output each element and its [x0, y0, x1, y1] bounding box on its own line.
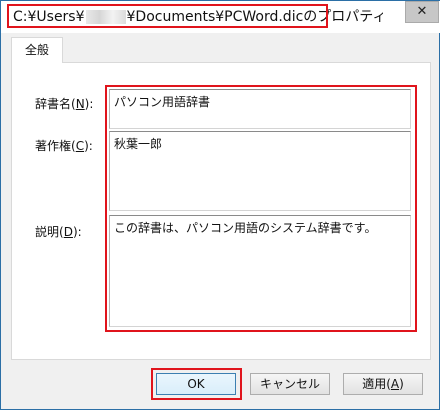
title-bar: C:¥Users¥ ¥Documents¥PCWord.dicのプロパティ ✕: [1, 1, 441, 33]
author-label: 著作権(C):: [35, 139, 93, 153]
close-button[interactable]: ✕: [405, 1, 439, 23]
dict-name-label: 辞書名(N):: [35, 97, 94, 111]
description-label: 説明(D):: [35, 225, 82, 239]
ok-highlight-box: [151, 368, 242, 400]
properties-dialog: C:¥Users¥ ¥Documents¥PCWord.dicのプロパティ ✕ 全…: [0, 0, 441, 410]
tab-general[interactable]: 全般: [11, 37, 63, 63]
cancel-button[interactable]: キャンセル: [250, 373, 330, 395]
close-icon: ✕: [416, 4, 428, 19]
title-highlight-box: [7, 4, 328, 28]
apply-button[interactable]: 適用(A): [343, 373, 423, 395]
fields-highlight-box: [105, 85, 417, 332]
